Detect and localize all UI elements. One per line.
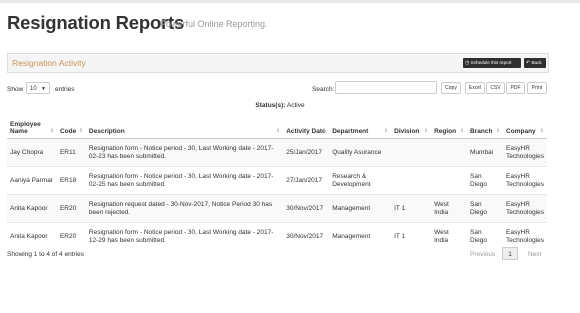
table-body: Jay Chopra ER11 Resignation form - Notice … (7, 138, 547, 250)
cell-description: Resignation form - Notice period - 30, L… (85, 166, 284, 195)
col-region[interactable]: Region ⇕ (431, 114, 468, 139)
cell-activity-date: 25/Jan/2017 (283, 138, 330, 167)
table-info: Showing 1 to 4 of 4 entries (7, 251, 84, 258)
table-row: Anita Kapoor ER20 Resignation form - Notic… (7, 222, 547, 250)
cell-code: ER18 (56, 166, 86, 195)
page-subtitle: Powerful Online Reporting. (160, 19, 268, 29)
search-input[interactable] (335, 81, 437, 94)
cell-company: EasyHR Technologies (503, 194, 547, 223)
status-filter: Status(s): Active (0, 102, 560, 109)
sort-icon: ⇕ (49, 128, 54, 134)
cell-region: West India (431, 194, 468, 223)
cell-company: EasyHR Technologies (503, 166, 547, 195)
cell-code: ER20 (56, 194, 86, 223)
cell-division (391, 138, 432, 167)
cell-department: Management (329, 194, 392, 223)
sort-icon: ⇕ (383, 128, 389, 134)
col-employee-name[interactable]: Employee Name ⇕ (7, 114, 57, 139)
cell-branch: San Diego (467, 222, 504, 250)
col-company[interactable]: Company ⇕ (503, 114, 547, 139)
table-header-row: Employee Name ⇕ Code ⇕ Description ⇕ Activi… (7, 114, 547, 139)
cell-activity-date: 27/Jan/2017 (283, 166, 330, 195)
search-label: Search: (312, 86, 335, 93)
sort-icon: ⇕ (539, 128, 544, 134)
cell-region (431, 166, 468, 195)
resignation-table: Employee Name ⇕ Code ⇕ Description ⇕ Activi… (7, 114, 547, 250)
entries-label: entries (55, 86, 75, 93)
sort-icon: ⇕ (423, 128, 429, 134)
copy-button[interactable]: Copy (441, 82, 461, 94)
status-label: Status(s): (255, 102, 286, 109)
cell-region: West India (431, 222, 468, 250)
next-page-button[interactable]: Next (528, 251, 541, 258)
pdf-button[interactable]: PDF (506, 82, 525, 94)
sort-icon: ⇕ (495, 128, 501, 134)
cell-branch: San Diego (467, 194, 504, 223)
cell-code: ER20 (56, 222, 86, 250)
sort-icon: ⇕ (78, 128, 83, 134)
table-controls: Show 10 ▼ entries Search: Copy Excel CSV… (0, 80, 580, 98)
previous-page-button[interactable]: Previous (470, 251, 495, 258)
schedule-report-button[interactable]: ◷ Schedule this report (463, 58, 521, 68)
cell-description: Resignation form - Notice period - 30, L… (85, 138, 284, 167)
col-code[interactable]: Code ⇕ (56, 114, 86, 139)
cell-company: EasyHR Technologies (503, 222, 547, 250)
show-label: Show (7, 86, 24, 93)
back-arrow-icon: ↶ (526, 60, 531, 66)
table-row: Anita Kapoor ER20 Resignation request date… (7, 194, 547, 223)
cell-region (431, 138, 468, 167)
clock-icon: ◷ (465, 60, 470, 66)
col-division[interactable]: Division ⇕ (391, 114, 432, 139)
chevron-down-icon: ▼ (41, 86, 46, 92)
sort-icon: ⇕ (322, 128, 327, 134)
cell-department: Management (329, 222, 392, 250)
panel-title: Resignation Activity (12, 58, 86, 68)
sort-icon: ⇕ (459, 128, 465, 134)
cell-code: ER11 (56, 138, 86, 167)
page-length-value: 10 (30, 86, 37, 92)
csv-button[interactable]: CSV (486, 82, 505, 94)
col-branch[interactable]: Branch ⇕ (467, 114, 504, 139)
cell-employee-name: Anita Kapoor (7, 194, 57, 223)
cell-activity-date: 30/Nov/2017 (283, 194, 330, 223)
back-button[interactable]: ↶ Back (524, 58, 546, 68)
page-title: Resignation Reports (7, 12, 185, 33)
cell-employee-name: Anita Kapoor (7, 222, 57, 250)
excel-button[interactable]: Excel (465, 82, 485, 94)
cell-description: Resignation request dated - 30-Nov-2017,… (85, 194, 284, 223)
cell-division (391, 166, 432, 195)
cell-activity-date: 30/Nov/2017 (283, 222, 330, 250)
cell-description: Resignation form - Notice period - 30, L… (85, 222, 284, 250)
report-panel-header: Resignation Activity ◷ Schedule this rep… (7, 53, 549, 73)
table-row: Jay Chopra ER11 Resignation form - Notice … (7, 138, 547, 167)
cell-division: IT 1 (391, 194, 432, 223)
page-length-select[interactable]: 10 ▼ (26, 82, 50, 94)
status-value: Active (286, 102, 305, 109)
sort-icon: ⇕ (276, 128, 281, 134)
cell-branch: Mumbai (467, 138, 504, 167)
page-1-button[interactable]: 1 (502, 247, 518, 260)
col-description[interactable]: Description ⇕ (85, 114, 284, 139)
col-department[interactable]: Department ⇕ (329, 114, 392, 139)
print-button[interactable]: Print (527, 82, 547, 94)
cell-employee-name: Jay Chopra (7, 138, 57, 167)
col-activity-date[interactable]: Activity Date ⇕ (283, 114, 330, 139)
cell-department: Research & Development (329, 166, 392, 195)
page-header: Resignation Reports Powerful Online Repo… (0, 3, 580, 39)
table-row: Aaniya Parmar ER18 Resignation form - Noti… (7, 166, 547, 195)
cell-division: IT 1 (391, 222, 432, 250)
cell-employee-name: Aaniya Parmar (7, 166, 57, 195)
cell-company: EasyHR Technologies (503, 138, 547, 167)
cell-department: Quality Asurance (329, 138, 392, 167)
cell-branch: San Diego (467, 166, 504, 195)
